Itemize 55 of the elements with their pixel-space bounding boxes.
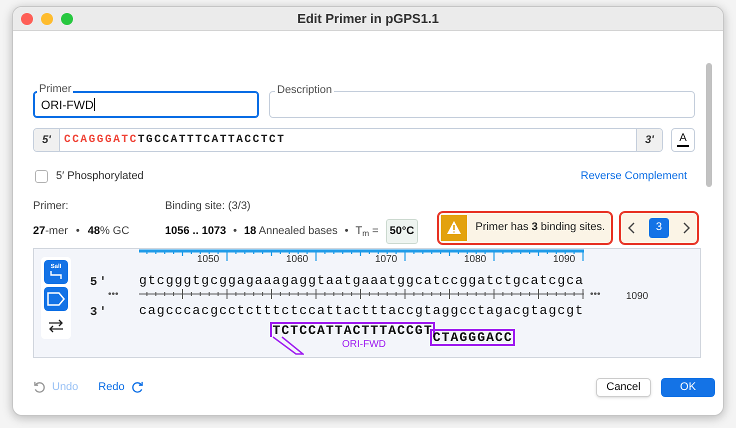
ok-button[interactable]: OK xyxy=(661,378,715,396)
ruler-label: 1070 xyxy=(375,254,398,264)
ruler-label: 1080 xyxy=(464,254,486,264)
strand-end-label: 3' xyxy=(90,304,108,320)
primer-stats-label: Primer: xyxy=(33,199,70,214)
primer-hook-drawing xyxy=(272,336,304,356)
reverse-complement-link[interactable]: Reverse Complement xyxy=(580,168,687,184)
ruler-label: 1090 xyxy=(553,254,576,264)
swap-icon xyxy=(48,318,64,334)
binding-range: 1056 .. 1073 xyxy=(165,224,226,240)
ellipsis: ••• xyxy=(108,288,119,302)
warning-icon xyxy=(441,214,468,240)
minimize-button[interactable] xyxy=(41,12,53,24)
primer-bases: CCAGGGATC xyxy=(64,132,138,148)
binding-site-label: Binding site: (3/3) xyxy=(165,199,252,214)
primer-tail-sequence: CTAGGGACC xyxy=(430,328,515,346)
position-label: 1090 xyxy=(626,290,648,304)
primer-length: 27-mer xyxy=(33,224,68,240)
primer-arrow-icon xyxy=(47,292,65,306)
sequence-field[interactable]: 5' CCAGGGATCTGCCATTTCATTACCTCT 3' xyxy=(33,128,663,152)
separator: • xyxy=(76,224,80,240)
field-label: Description xyxy=(275,83,334,97)
tm-value: 50°C xyxy=(386,219,418,244)
dna-strand: cagcccacgcctctttctccattactttaccgtaggcctagacgtagcgt xyxy=(139,302,584,318)
font-button[interactable]: A xyxy=(671,128,695,152)
checkbox[interactable] xyxy=(35,170,48,182)
ellipsis: ••• xyxy=(590,288,601,302)
dna-strand: gtcgggtgcggagaaagaggtaatgaaatggcatccggatctgcatcgca xyxy=(139,272,584,288)
cut-site-icon xyxy=(50,270,62,280)
scrollbar-thumb[interactable] xyxy=(706,63,712,187)
separator: • xyxy=(233,224,238,240)
undo-icon xyxy=(33,380,46,394)
warning-text: Primer has 3 binding sites. xyxy=(475,220,605,236)
ruler-label: 1060 xyxy=(286,254,308,264)
primer-name: ORI-FWD xyxy=(342,338,386,352)
window-title: Edit Primer in pGPS1.1 xyxy=(297,10,439,28)
previous-icon[interactable] xyxy=(628,222,636,234)
site-number[interactable]: 3 xyxy=(648,218,669,238)
tm-label: T$_{m}$ = xyxy=(356,224,379,240)
ruler-label: 1050 xyxy=(197,254,220,264)
redo-button[interactable]: Redo xyxy=(98,378,144,396)
redo-icon xyxy=(130,380,144,394)
separator: • xyxy=(344,224,348,240)
gc-content: 48% GC xyxy=(88,224,130,240)
zoom-button[interactable] xyxy=(61,12,73,24)
five-prime-label: 5' xyxy=(34,129,60,151)
three-prime-label: 3' xyxy=(636,129,662,151)
field-label: Primer xyxy=(37,82,74,96)
strand-end-label: 5' xyxy=(90,274,108,290)
annealed-bases: 18 Annealed bases xyxy=(244,224,338,240)
checkbox-label: 5′ Phosphorylated xyxy=(56,168,144,184)
cancel-button[interactable]: Cancel xyxy=(596,378,651,396)
primer-bases: TGCCATTTCATTACCTCT xyxy=(138,132,286,148)
close-button[interactable] xyxy=(21,12,33,24)
next-icon[interactable] xyxy=(682,222,690,234)
